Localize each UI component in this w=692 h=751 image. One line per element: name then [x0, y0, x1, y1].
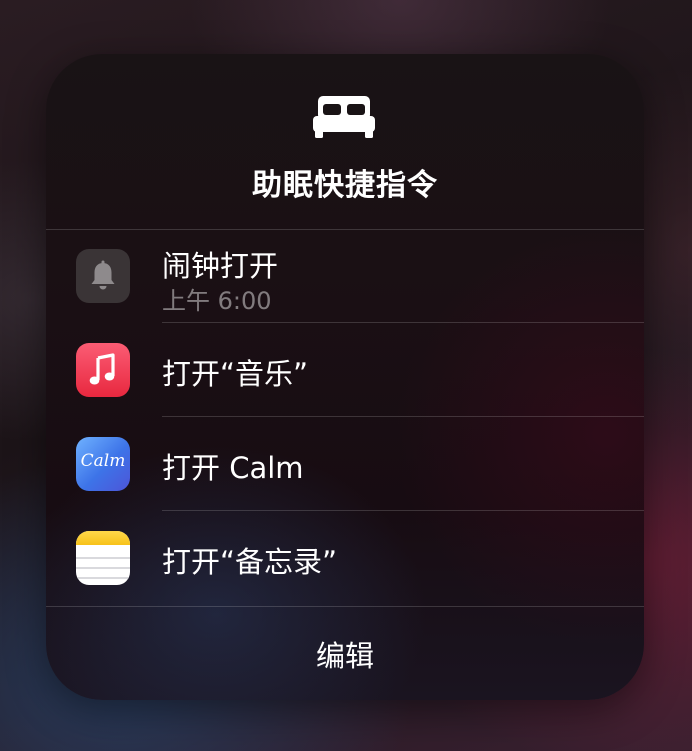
- shortcut-row-notes[interactable]: 打开“备忘录”: [46, 511, 644, 604]
- shortcut-row-calm[interactable]: Calm 打开 Calm: [46, 417, 644, 510]
- panel-title: 助眠快捷指令: [252, 168, 438, 203]
- panel-header: 助眠快捷指令: [46, 54, 644, 229]
- shortcut-row-alarm[interactable]: 闹钟打开 上午 6:00: [46, 229, 644, 322]
- notes-app-icon: [76, 531, 130, 585]
- shortcut-label-notes: 打开“备忘录”: [162, 545, 338, 579]
- edit-button[interactable]: 编辑: [46, 607, 644, 700]
- music-app-icon: [76, 343, 130, 397]
- shortcut-label-alarm: 闹钟打开: [162, 249, 279, 283]
- bed-icon: [313, 96, 375, 138]
- calm-app-icon: Calm: [76, 437, 130, 491]
- calm-logo-text: Calm: [80, 451, 126, 471]
- shortcut-row-music[interactable]: 打开“音乐”: [46, 323, 644, 416]
- shortcut-label-music: 打开“音乐”: [162, 357, 309, 391]
- sleep-shortcuts-panel: 助眠快捷指令 闹钟打开 上午 6:00 打开“音乐” Calm 打开 Calm …: [46, 54, 644, 700]
- alarm-bell-icon: [76, 249, 130, 303]
- shortcut-label-calm: 打开 Calm: [162, 451, 304, 485]
- alarm-time-label: 上午 6:00: [162, 287, 272, 315]
